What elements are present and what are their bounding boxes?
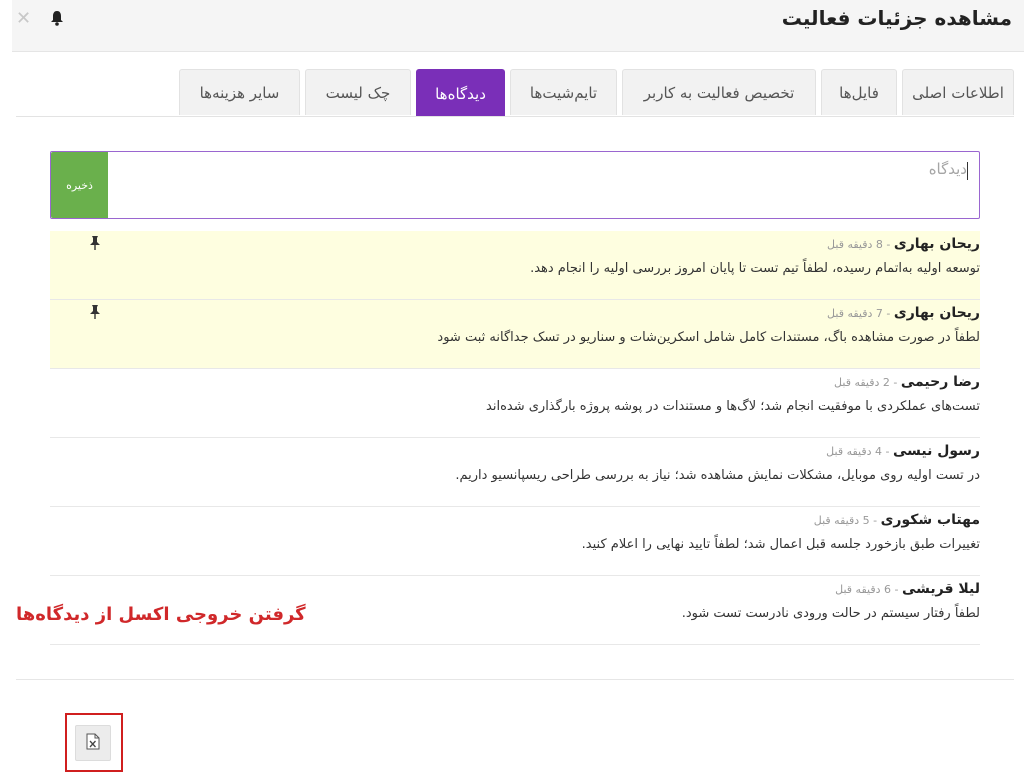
close-icon[interactable]: ✕ <box>16 8 31 29</box>
pin-icon[interactable] <box>88 304 102 320</box>
comment-item: ریحان بهاری - 7 دقیقه قبل لطفاً در صورت … <box>50 300 980 369</box>
comment-item: ریحان بهاری - 8 دقیقه قبل توسعه اولیه به… <box>50 231 980 300</box>
modal-header: مشاهده جزئیات فعالیت ✕ <box>12 0 1024 52</box>
comment-author: ریحان بهاری <box>893 305 980 321</box>
comment-separator: - <box>891 583 902 596</box>
comment-text: تغییرات طبق بازخورد جلسه قبل اعمال شد؛ ل… <box>581 537 980 552</box>
modal-title: مشاهده جزئیات فعالیت <box>781 6 1012 30</box>
comment-time: 2 دقیقه قبل <box>834 376 890 389</box>
comment-separator: - <box>882 238 894 251</box>
comment-text: لطفاً رفتار سیستم در حالت ورودی نادرست ت… <box>681 606 980 621</box>
excel-export-button[interactable] <box>75 725 111 761</box>
comment-item: مهتاب شکوری - 5 دقیقه قبل تغییرات طبق با… <box>50 507 980 576</box>
comment-author: مهتاب شکوری <box>880 512 980 528</box>
comment-time: 6 دقیقه قبل <box>835 583 891 596</box>
excel-file-icon <box>86 733 100 754</box>
comments-list: ریحان بهاری - 8 دقیقه قبل توسعه اولیه به… <box>50 231 980 645</box>
comment-text: در تست اولیه روی موبایل، مشکلات نمایش مش… <box>455 468 980 483</box>
footer-divider <box>16 679 1014 680</box>
comment-author: ریحان بهاری <box>893 236 980 252</box>
comment-time: 8 دقیقه قبل <box>827 238 883 251</box>
comment-item: رسول نیسی - 4 دقیقه قبل در تست اولیه روی… <box>50 438 980 507</box>
tab-other-costs[interactable]: سایر هزینه‌ها <box>179 69 300 115</box>
comment-input[interactable] <box>127 160 967 178</box>
comment-author: رضا رحیمی <box>900 374 980 390</box>
comment-separator: - <box>869 514 881 527</box>
comment-separator: - <box>882 445 893 458</box>
comment-author: لیلا قریشی <box>901 581 980 597</box>
pin-icon[interactable] <box>88 235 102 251</box>
tab-assign-user[interactable]: تخصیص فعالیت به کاربر <box>622 69 816 115</box>
bell-icon[interactable] <box>50 10 64 30</box>
tab-comments[interactable]: دیدگاه‌ها <box>416 69 505 117</box>
tab-checklist[interactable]: چک لیست <box>305 69 411 115</box>
tab-timesheets[interactable]: تایم‌شیت‌ها <box>510 69 617 115</box>
save-button[interactable]: ذخیره <box>51 152 108 218</box>
comment-time: 7 دقیقه قبل <box>827 307 883 320</box>
comment-separator: - <box>882 307 894 320</box>
tab-files[interactable]: فایل‌ها <box>821 69 897 115</box>
export-highlight-frame <box>65 713 123 772</box>
tabs-divider <box>16 116 1014 117</box>
export-annotation-label: گرفتن خروجی اکسل از دیدگاه‌ها <box>16 604 306 625</box>
tab-bar: اطلاعات اصلی فایل‌ها تخصیص فعالیت به کار… <box>174 69 1014 117</box>
comment-form: ذخیره <box>50 151 980 219</box>
comment-author: رسول نیسی <box>892 443 980 459</box>
comment-text: تست‌های عملکردی با موفقیت انجام شد؛ لاگ‌… <box>486 399 980 414</box>
tab-main-info[interactable]: اطلاعات اصلی <box>902 69 1014 115</box>
comment-time: 4 دقیقه قبل <box>826 445 883 458</box>
comment-time: 5 دقیقه قبل <box>813 514 870 527</box>
comment-item: رضا رحیمی - 2 دقیقه قبل تست‌های عملکردی … <box>50 369 980 438</box>
text-cursor <box>967 162 968 180</box>
comment-text: توسعه اولیه به‌اتمام رسیده، لطفاً تیم تس… <box>530 261 980 276</box>
comment-separator: - <box>889 376 901 389</box>
comment-text: لطفاً در صورت مشاهده باگ، مستندات کامل ش… <box>437 330 980 345</box>
